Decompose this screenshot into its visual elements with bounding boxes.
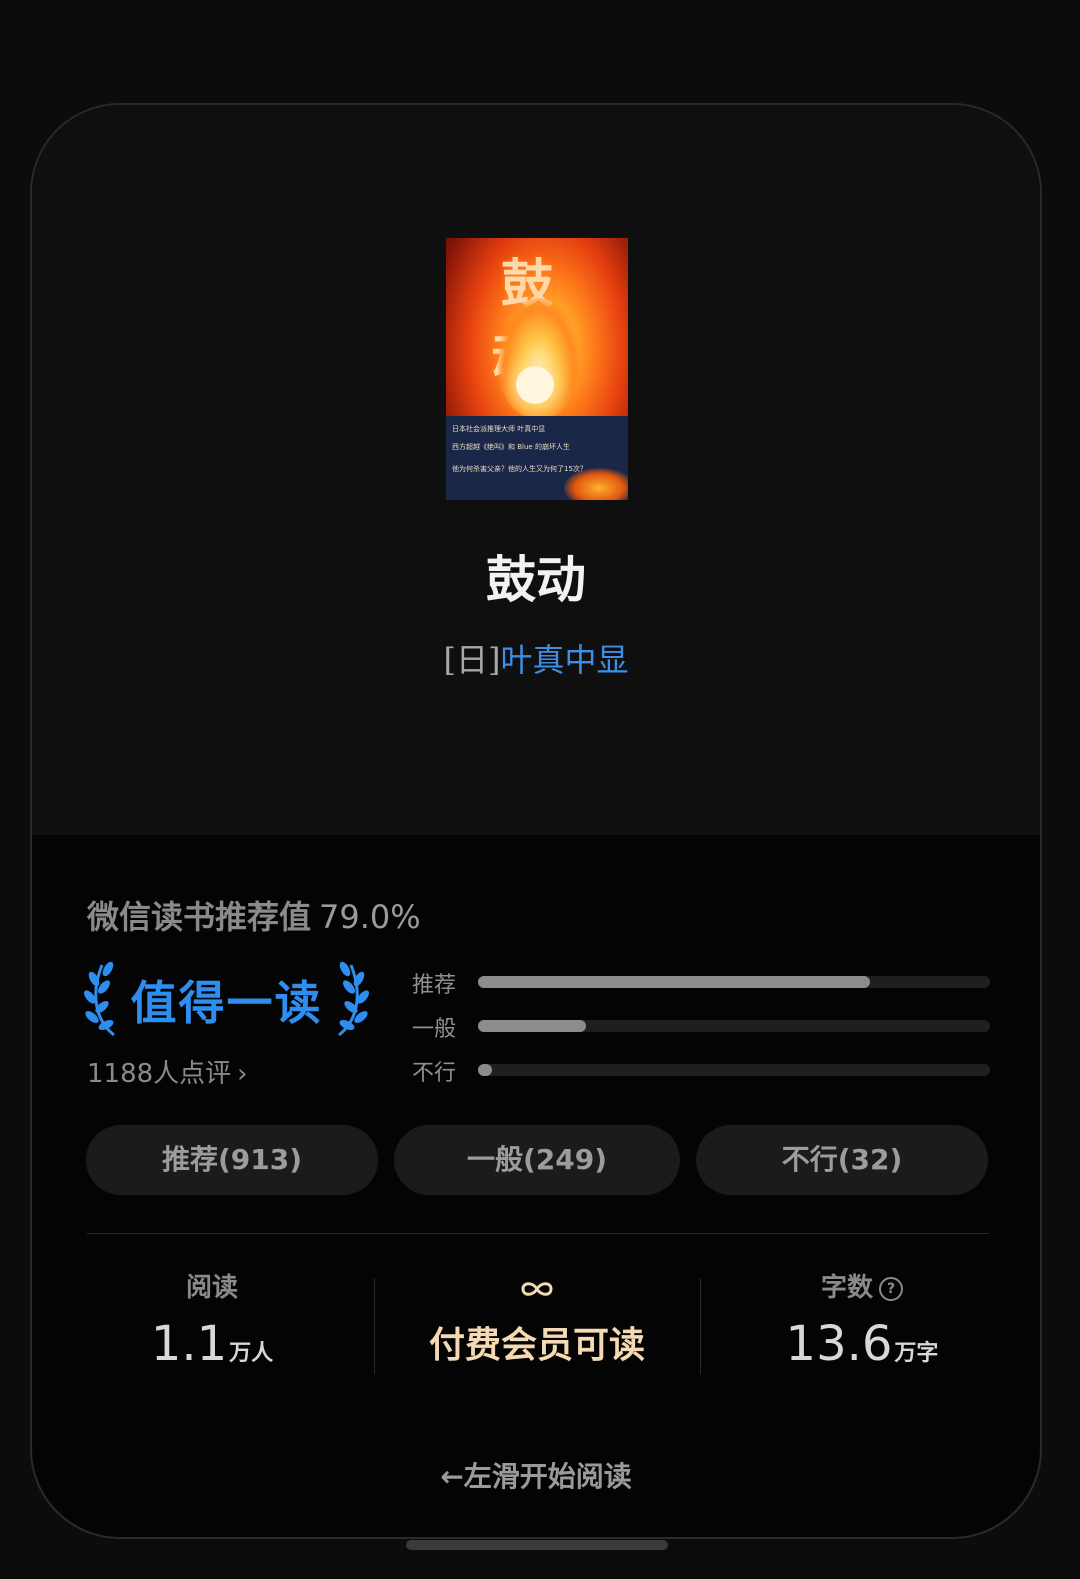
cover-band-flame <box>564 468 628 500</box>
rating-bar-label: 推荐 <box>412 973 457 998</box>
author-country: [日] <box>443 641 501 679</box>
rating-bar-label: 不行 <box>412 1061 457 1086</box>
stat-separator <box>700 1278 701 1374</box>
rating-bar-average: 一般 <box>412 1011 992 1042</box>
badge-text: 值得一读 <box>130 976 323 1030</box>
rating-bar-track <box>478 1020 990 1032</box>
rating-bar-label: 一般 <box>412 1017 457 1042</box>
cover-band-line: 日本社会派推理大师 叶真中显 <box>452 425 546 433</box>
book-detail-card: 鼓 动 日本社会派推理大师 叶真中显 西方超越《绝叫》和 Blue 的崩坏人生 … <box>30 103 1042 1539</box>
author-name[interactable]: 叶真中显 <box>500 641 628 679</box>
vote-recommend-button[interactable]: 推荐(913) <box>86 1125 378 1195</box>
vote-bad-button[interactable]: 不行(32) <box>696 1125 988 1195</box>
cover-band: 日本社会派推理大师 叶真中显 西方超越《绝叫》和 Blue 的崩坏人生 他为何杀… <box>446 416 628 500</box>
cover-flame-core <box>516 366 554 404</box>
stat-words: 字数? 13.6万字 <box>737 1270 987 1372</box>
rating-bar-fill <box>478 1064 492 1076</box>
rating-bar-fill <box>478 1020 586 1032</box>
stat-separator <box>374 1278 375 1374</box>
divider <box>87 1233 989 1234</box>
review-count: 1188人点评 <box>87 1059 232 1089</box>
stat-words-value: 13.6 <box>785 1316 893 1372</box>
book-author[interactable]: [日]叶真中显 <box>32 635 1040 681</box>
rating-bar-track <box>478 1064 990 1076</box>
cover-band-line: 西方超越《绝叫》和 Blue 的崩坏人生 <box>452 443 570 451</box>
stat-reading: 阅读 1.1万人 <box>87 1270 337 1372</box>
stat-words-unit: 万字 <box>894 1341 939 1366</box>
reviews-link[interactable]: 1188人点评 › <box>87 1053 248 1090</box>
stat-reading-label: 阅读 <box>185 1273 238 1303</box>
book-title: 鼓动 <box>486 550 586 609</box>
book-cover[interactable]: 鼓 动 日本社会派推理大师 叶真中显 西方超越《绝叫》和 Blue 的崩坏人生 … <box>446 238 628 500</box>
recommend-score: 微信读书推荐值 79.0% <box>87 892 421 938</box>
rating-bar-recommend: 推荐 <box>412 967 992 998</box>
swipe-to-read-hint[interactable]: ←左滑开始阅读 <box>32 1455 1040 1495</box>
rating-bar-fill <box>478 976 871 988</box>
rating-bar-track <box>478 976 990 988</box>
stat-words-label: 字数 <box>820 1273 873 1303</box>
stat-membership[interactable]: 付费会员可读 <box>384 1270 690 1368</box>
worth-reading-badge: 值得一读 <box>84 955 369 1039</box>
stat-reading-value: 1.1 <box>150 1316 228 1372</box>
rating-bar-bad: 不行 <box>412 1055 992 1086</box>
home-indicator[interactable] <box>406 1540 668 1550</box>
infinity-icon <box>521 1281 553 1296</box>
vote-average-button[interactable]: 一般(249) <box>394 1125 680 1195</box>
recommend-score-label: 微信读书推荐值 <box>87 898 312 936</box>
help-icon[interactable]: ? <box>879 1276 903 1301</box>
laurel-right-icon <box>338 961 369 1037</box>
membership-label: 付费会员可读 <box>428 1325 645 1366</box>
stat-reading-unit: 万人 <box>229 1341 274 1366</box>
recommend-score-value: 79.0% <box>319 898 421 936</box>
chevron-right-icon: › <box>237 1059 248 1089</box>
